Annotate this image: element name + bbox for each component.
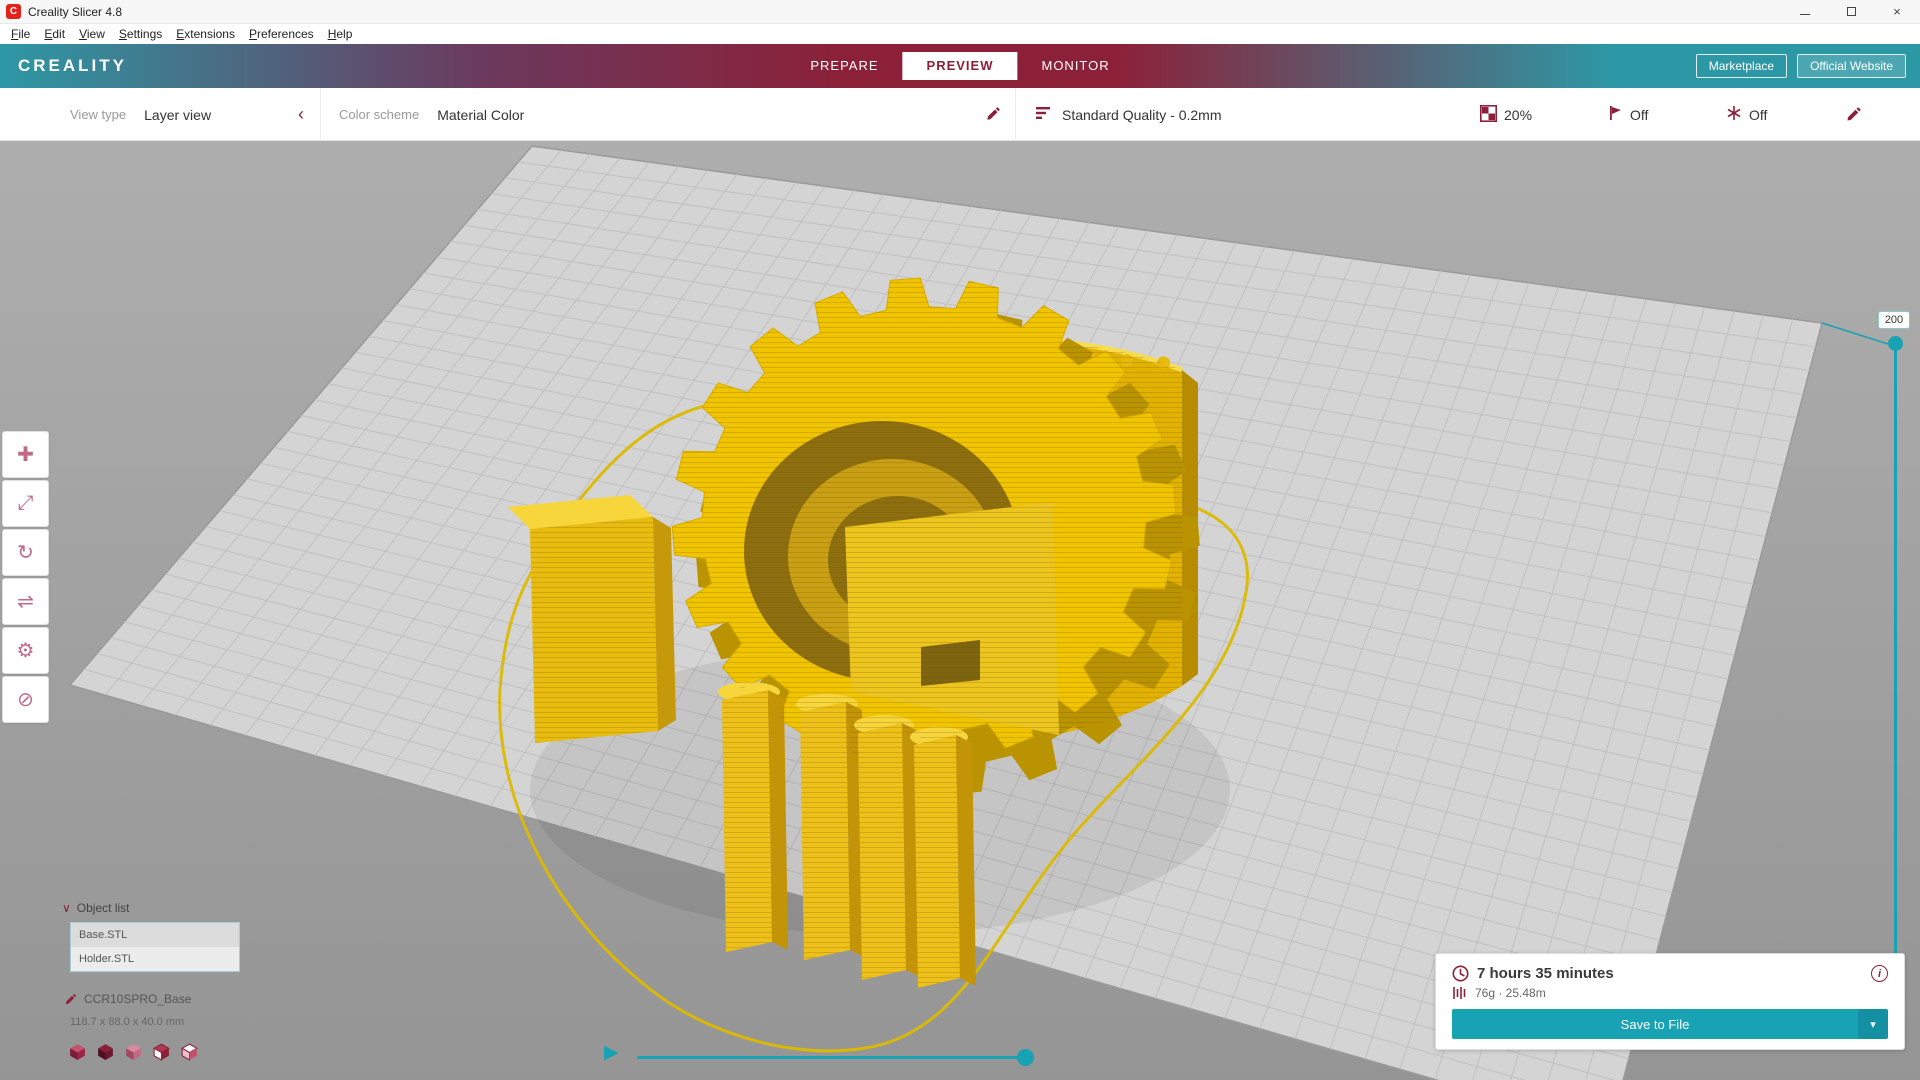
maximize-icon xyxy=(1847,7,1856,16)
printer-name: CCR10SPRO_Base xyxy=(84,992,191,1006)
gear-icon: ⚙ xyxy=(17,638,35,663)
title-bar: C Creality Slicer 4.8 × xyxy=(0,0,1920,24)
support-blocker-button[interactable]: ⊘ xyxy=(2,676,49,723)
mirror-icon: ⇌ xyxy=(17,589,34,614)
view-type-label: View type xyxy=(70,107,126,122)
app-icon: C xyxy=(6,4,21,19)
infill-icon xyxy=(1480,105,1497,125)
edit-print-settings-icon[interactable] xyxy=(1845,88,1862,141)
model-cube-icon[interactable] xyxy=(68,1042,87,1061)
profile-value[interactable]: Standard Quality - 0.2mm xyxy=(1062,107,1222,123)
tab-prepare[interactable]: PREPARE xyxy=(786,52,902,80)
tab-preview[interactable]: PREVIEW xyxy=(903,52,1018,80)
model-cube-icon[interactable] xyxy=(180,1042,199,1061)
scale-tool-button[interactable]: ⤢ xyxy=(2,480,49,527)
official-website-button[interactable]: Official Website xyxy=(1797,54,1906,78)
infill-setting[interactable]: 20% xyxy=(1480,88,1532,141)
quality-icon xyxy=(1036,106,1052,123)
minimize-button[interactable] xyxy=(1782,0,1828,23)
layer-slider-top-handle[interactable] xyxy=(1888,336,1903,351)
chevron-down-icon: ∨ xyxy=(62,901,71,915)
minimize-icon xyxy=(1800,14,1810,15)
menu-preferences[interactable]: Preferences xyxy=(242,27,321,41)
collapse-panel-icon[interactable]: ‹ xyxy=(298,104,304,125)
edit-pencil-icon xyxy=(64,993,77,1006)
list-item-base-stl[interactable]: Base.STL xyxy=(71,923,239,947)
menu-settings[interactable]: Settings xyxy=(112,27,169,41)
window-title: Creality Slicer 4.8 xyxy=(28,5,122,19)
info-icon[interactable]: i xyxy=(1871,965,1888,982)
tool-sidebar: ✚ ⤢ ↻ ⇌ ⚙ ⊘ xyxy=(2,431,49,725)
blocker-icon: ⊘ xyxy=(17,687,34,712)
maximize-button[interactable] xyxy=(1828,0,1874,23)
scale-icon: ⤢ xyxy=(18,492,34,515)
menu-edit[interactable]: Edit xyxy=(37,27,72,41)
job-summary-panel: 7 hours 35 minutes i 76g · 25.48m Save t… xyxy=(1435,953,1905,1050)
color-scheme-value[interactable]: Material Color xyxy=(437,107,524,123)
menu-view[interactable]: View xyxy=(72,27,112,41)
adhesion-icon xyxy=(1726,105,1742,124)
stage-tabs: PREPARE PREVIEW MONITOR xyxy=(786,52,1133,80)
print-profile-section[interactable]: Standard Quality - 0.2mm xyxy=(1016,88,1222,141)
support-value[interactable]: Off xyxy=(1630,107,1648,123)
creality-logo: CREALITY xyxy=(18,56,127,76)
adhesion-value[interactable]: Off xyxy=(1749,107,1767,123)
printer-name-row[interactable]: CCR10SPRO_Base xyxy=(64,992,191,1006)
rotate-icon: ↻ xyxy=(17,540,34,565)
model-cube-icon[interactable] xyxy=(152,1042,171,1061)
model-cube-icons xyxy=(68,1042,199,1061)
filament-icon xyxy=(1452,986,1467,1000)
play-layer-animation-button[interactable]: ▶ xyxy=(604,1043,619,1062)
color-scheme-label: Color scheme xyxy=(339,107,419,122)
tab-monitor[interactable]: MONITOR xyxy=(1017,52,1133,80)
close-button[interactable]: × xyxy=(1874,0,1920,23)
model-cube-icon[interactable] xyxy=(124,1042,143,1061)
move-tool-button[interactable]: ✚ xyxy=(2,431,49,478)
layer-animation-slider-handle[interactable] xyxy=(1017,1049,1034,1066)
save-to-file-button[interactable]: Save to File xyxy=(1452,1009,1858,1039)
settings-bar: View type Layer view ‹ Color scheme Mate… xyxy=(0,88,1920,141)
support-icon xyxy=(1608,105,1623,124)
model-cube-icon[interactable] xyxy=(96,1042,115,1061)
adhesion-setting[interactable]: Off xyxy=(1726,88,1767,141)
save-dropdown-button[interactable]: ▾ xyxy=(1858,1009,1888,1039)
app-header: CREALITY PREPARE PREVIEW MONITOR Marketp… xyxy=(0,44,1920,88)
window-controls: × xyxy=(1782,0,1920,23)
object-list-toggle[interactable]: ∨ Object list xyxy=(62,901,129,915)
clock-icon xyxy=(1452,965,1469,982)
object-list: Base.STL Holder.STL xyxy=(70,922,240,972)
viewport-3d-canvas[interactable] xyxy=(0,141,1920,1080)
menu-extensions[interactable]: Extensions xyxy=(169,27,242,41)
marketplace-button[interactable]: Marketplace xyxy=(1696,54,1787,78)
header-buttons: Marketplace Official Website xyxy=(1696,54,1906,78)
menu-help[interactable]: Help xyxy=(321,27,360,41)
print-time: 7 hours 35 minutes xyxy=(1477,965,1614,982)
move-icon: ✚ xyxy=(17,442,34,467)
infill-value[interactable]: 20% xyxy=(1504,107,1532,123)
layer-animation-slider[interactable] xyxy=(637,1056,1027,1059)
layer-count-badge: 200 xyxy=(1878,311,1910,329)
view-type-section[interactable]: View type Layer view ‹ xyxy=(0,88,321,141)
material-usage: 76g · 25.48m xyxy=(1475,986,1546,1000)
layer-range-slider[interactable] xyxy=(1894,344,1897,1036)
menu-file[interactable]: File xyxy=(4,27,37,41)
list-item-holder-stl[interactable]: Holder.STL xyxy=(71,947,239,971)
menu-bar: File Edit View Settings Extensions Prefe… xyxy=(0,24,1920,44)
support-setting[interactable]: Off xyxy=(1608,88,1648,141)
view-type-value[interactable]: Layer view xyxy=(144,107,211,123)
rotate-tool-button[interactable]: ↻ xyxy=(2,529,49,576)
model-dimensions: 118.7 x 88.0 x 40.0 mm xyxy=(70,1016,184,1028)
mirror-tool-button[interactable]: ⇌ xyxy=(2,578,49,625)
edit-color-scheme-icon[interactable] xyxy=(985,106,1001,125)
per-model-settings-button[interactable]: ⚙ xyxy=(2,627,49,674)
color-scheme-section[interactable]: Color scheme Material Color xyxy=(321,88,1016,141)
object-list-title: Object list xyxy=(77,901,130,915)
